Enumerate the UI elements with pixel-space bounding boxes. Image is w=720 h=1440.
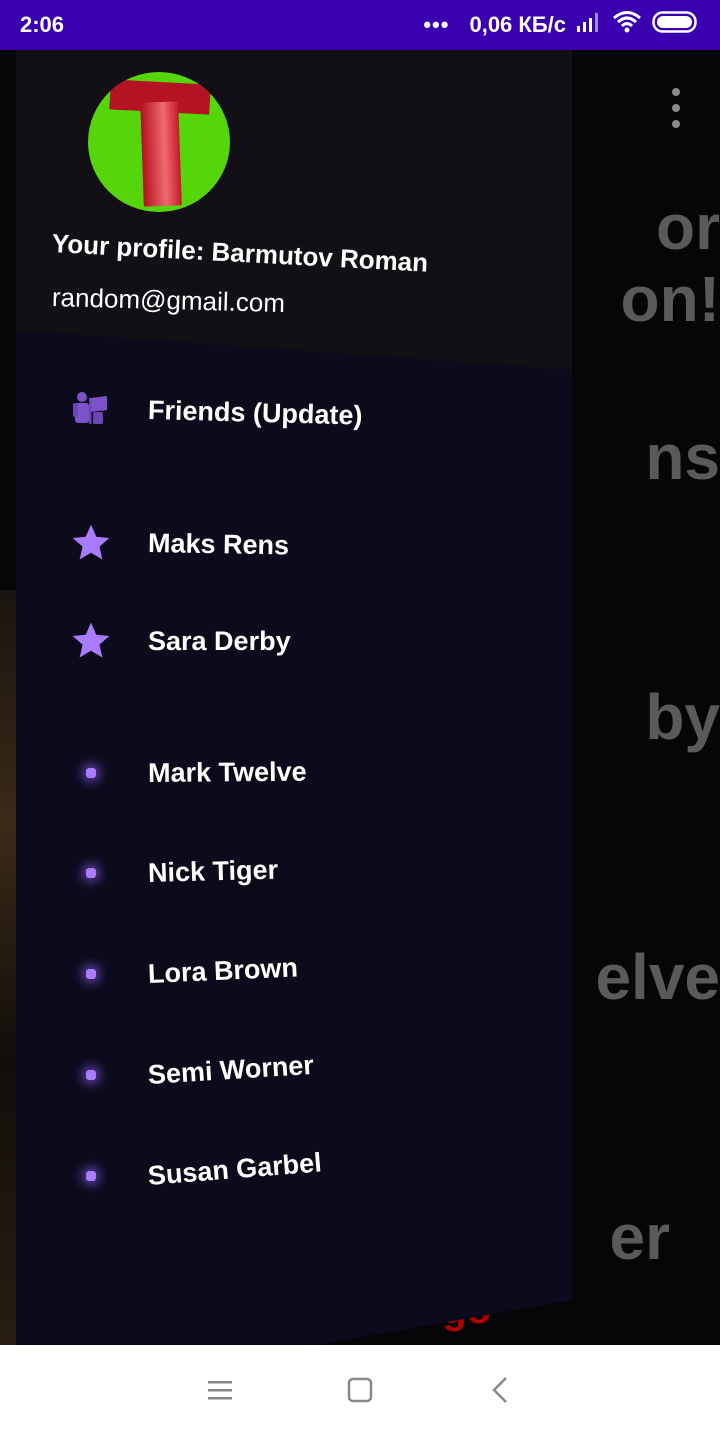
favorite-name: Maks Rens bbox=[147, 527, 290, 560]
contact-item[interactable]: Semi Worner bbox=[16, 1040, 572, 1110]
dot-icon bbox=[66, 949, 116, 999]
contact-item[interactable]: Lora Brown bbox=[16, 939, 572, 1009]
contact-item[interactable]: Susan Garbel bbox=[16, 1141, 572, 1211]
profile-name: Your profile: Barmutov Roman bbox=[51, 228, 429, 278]
star-icon bbox=[66, 518, 116, 568]
back-button[interactable] bbox=[480, 1373, 520, 1413]
dot-icon bbox=[66, 1151, 116, 1201]
contact-name: Mark Twelve bbox=[147, 756, 307, 788]
favorite-name: Sara Derby bbox=[148, 625, 291, 656]
contact-name: Nick Tiger bbox=[147, 854, 279, 888]
system-nav-bar bbox=[0, 1345, 720, 1440]
notification-dots-icon: ••• bbox=[423, 12, 450, 37]
square-icon bbox=[347, 1377, 373, 1408]
contact-item[interactable]: Nick Tiger bbox=[16, 838, 572, 908]
status-bar: 2:06 ••• 0,06 КБ/с bbox=[0, 0, 720, 50]
signal-icon bbox=[576, 11, 602, 39]
friends-update-label: Friends (Update) bbox=[147, 394, 363, 431]
contact-name: Lora Brown bbox=[147, 951, 299, 989]
background-photo bbox=[0, 590, 16, 1345]
friends-icon bbox=[66, 385, 116, 435]
chevron-left-icon bbox=[490, 1376, 510, 1409]
favorite-item[interactable]: Maks Rens bbox=[16, 508, 572, 578]
dot-icon bbox=[66, 848, 116, 898]
status-time: 2:06 bbox=[20, 12, 65, 37]
menu-lines-icon bbox=[207, 1379, 233, 1406]
wifi-icon bbox=[612, 10, 642, 40]
contact-item[interactable]: Mark Twelve bbox=[16, 738, 572, 808]
drawer-header: Your profile: Barmutov Roman random@gmai… bbox=[16, 50, 572, 370]
menu-item-friends-update[interactable]: Friends (Update) bbox=[16, 375, 572, 445]
contact-name: Susan Garbel bbox=[146, 1146, 323, 1191]
avatar[interactable] bbox=[88, 72, 230, 212]
network-speed: 0,06 КБ/с bbox=[469, 12, 566, 37]
status-indicators: ••• 0,06 КБ/с bbox=[423, 10, 700, 40]
navigation-drawer[interactable]: Your profile: Barmutov Roman random@gmai… bbox=[16, 50, 572, 1345]
home-button[interactable] bbox=[340, 1373, 380, 1413]
star-icon bbox=[66, 616, 116, 666]
overflow-menu-icon[interactable] bbox=[668, 88, 684, 128]
profile-email: random@gmail.com bbox=[51, 282, 286, 319]
dot-icon bbox=[66, 1050, 116, 1100]
contact-name: Semi Worner bbox=[147, 1049, 315, 1090]
dot-icon bbox=[66, 748, 116, 798]
favorite-item[interactable]: Sara Derby bbox=[16, 606, 572, 676]
battery-icon bbox=[652, 10, 700, 40]
recent-apps-button[interactable] bbox=[200, 1373, 240, 1413]
